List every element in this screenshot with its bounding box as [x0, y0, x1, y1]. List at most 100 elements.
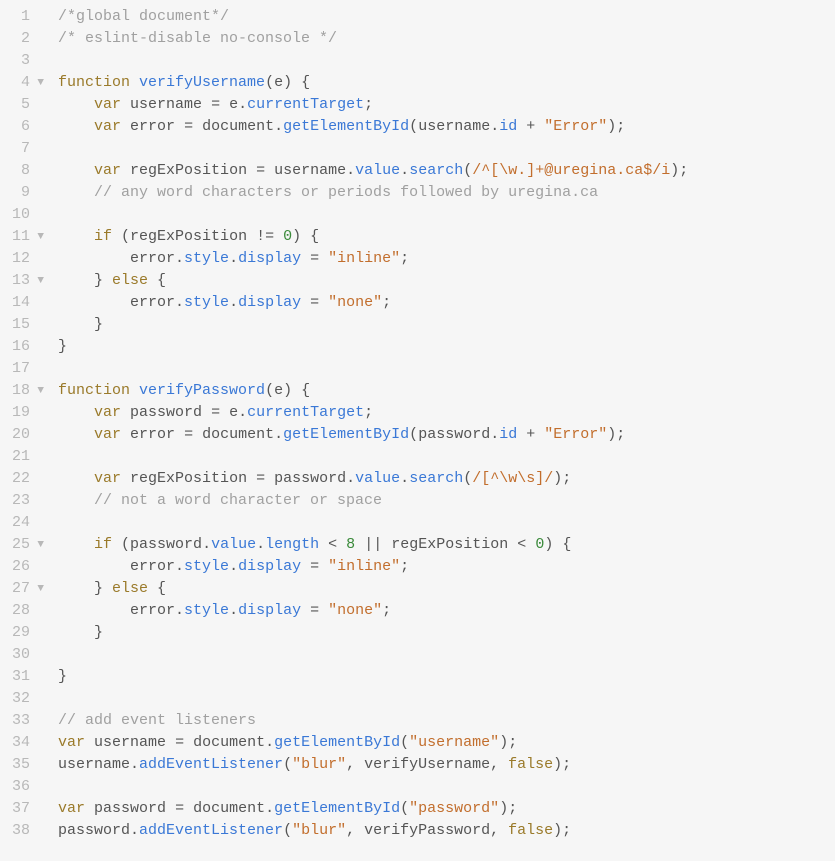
code-line[interactable]: var username = document.getElementById("… — [58, 732, 835, 754]
code-line[interactable]: function verifyUsername(e) { — [58, 72, 835, 94]
fold-toggle-icon[interactable]: ▼ — [34, 380, 44, 402]
code-line[interactable]: /*global document*/ — [58, 6, 835, 28]
line-number[interactable]: 20 — [0, 424, 50, 446]
code-line[interactable]: var username = e.currentTarget; — [58, 94, 835, 116]
code-line[interactable]: password.addEventListener("blur", verify… — [58, 820, 835, 842]
fold-toggle-icon[interactable]: ▼ — [34, 226, 44, 248]
code-line[interactable] — [58, 688, 835, 710]
code-line[interactable]: var error = document.getElementById(pass… — [58, 424, 835, 446]
line-number[interactable]: 37 — [0, 798, 50, 820]
code-line[interactable]: username.addEventListener("blur", verify… — [58, 754, 835, 776]
line-number[interactable]: 10 — [0, 204, 50, 226]
code-line[interactable]: // not a word character or space — [58, 490, 835, 512]
token-ident: password — [58, 822, 130, 839]
code-line[interactable]: var regExPosition = password.value.searc… — [58, 468, 835, 490]
token-ident: username — [274, 162, 346, 179]
line-number[interactable]: 13▼ — [0, 270, 50, 292]
token-punct — [193, 426, 202, 443]
fold-toggle-icon[interactable]: ▼ — [34, 578, 44, 600]
line-number[interactable]: 36 — [0, 776, 50, 798]
code-editor[interactable]: 1234▼567891011▼1213▼1415161718▼192021222… — [0, 0, 835, 861]
code-line[interactable]: if (password.value.length < 8 || regExPo… — [58, 534, 835, 556]
code-line[interactable]: error.style.display = "none"; — [58, 600, 835, 622]
token-punct: ( — [463, 162, 472, 179]
line-number[interactable]: 21 — [0, 446, 50, 468]
line-number[interactable]: 15 — [0, 314, 50, 336]
line-number[interactable]: 26 — [0, 556, 50, 578]
code-line[interactable]: error.style.display = "inline"; — [58, 248, 835, 270]
line-number[interactable]: 14 — [0, 292, 50, 314]
token-punct — [202, 404, 211, 421]
line-number[interactable]: 34 — [0, 732, 50, 754]
code-line[interactable]: var error = document.getElementById(user… — [58, 116, 835, 138]
code-line[interactable] — [58, 358, 835, 380]
line-number[interactable]: 8 — [0, 160, 50, 182]
code-line[interactable] — [58, 204, 835, 226]
code-line[interactable] — [58, 644, 835, 666]
line-number[interactable]: 29 — [0, 622, 50, 644]
line-number[interactable]: 3 — [0, 50, 50, 72]
code-line[interactable] — [58, 50, 835, 72]
token-punct: . — [130, 756, 139, 773]
code-line[interactable]: } — [58, 622, 835, 644]
line-number[interactable]: 35 — [0, 754, 50, 776]
line-number[interactable]: 27▼ — [0, 578, 50, 600]
line-number[interactable]: 33 — [0, 710, 50, 732]
code-line[interactable]: } else { — [58, 578, 835, 600]
code-line[interactable]: if (regExPosition != 0) { — [58, 226, 835, 248]
line-number[interactable]: 31 — [0, 666, 50, 688]
line-number[interactable]: 11▼ — [0, 226, 50, 248]
line-number[interactable]: 16 — [0, 336, 50, 358]
line-number[interactable]: 30 — [0, 644, 50, 666]
line-number[interactable]: 38 — [0, 820, 50, 842]
code-line[interactable]: } — [58, 336, 835, 358]
code-line[interactable]: var password = e.currentTarget; — [58, 402, 835, 424]
code-line[interactable] — [58, 512, 835, 534]
token-punct — [319, 558, 328, 575]
token-ident: regExPosition — [130, 470, 247, 487]
line-number[interactable]: 22 — [0, 468, 50, 490]
token-punct: ( — [463, 470, 472, 487]
line-number[interactable]: 18▼ — [0, 380, 50, 402]
code-area[interactable]: /*global document*//* eslint-disable no-… — [50, 0, 835, 861]
line-number[interactable]: 17 — [0, 358, 50, 380]
code-line[interactable] — [58, 776, 835, 798]
line-number-gutter[interactable]: 1234▼567891011▼1213▼1415161718▼192021222… — [0, 0, 50, 861]
line-number[interactable]: 32 — [0, 688, 50, 710]
code-line[interactable]: // any word characters or periods follow… — [58, 182, 835, 204]
line-number[interactable]: 1 — [0, 6, 50, 28]
fold-toggle-icon[interactable]: ▼ — [34, 534, 44, 556]
code-line[interactable]: var regExPosition = username.value.searc… — [58, 160, 835, 182]
token-punct — [58, 228, 94, 245]
code-line[interactable]: // add event listeners — [58, 710, 835, 732]
code-line[interactable]: function verifyPassword(e) { — [58, 380, 835, 402]
line-number-text: 30 — [12, 644, 30, 666]
line-number[interactable]: 9 — [0, 182, 50, 204]
line-number[interactable]: 28 — [0, 600, 50, 622]
line-number[interactable]: 5 — [0, 94, 50, 116]
line-number[interactable]: 24 — [0, 512, 50, 534]
code-line[interactable]: } — [58, 666, 835, 688]
fold-toggle-icon[interactable]: ▼ — [34, 270, 44, 292]
token-regex: /[^\w\s]/ — [472, 470, 553, 487]
line-number[interactable]: 25▼ — [0, 534, 50, 556]
line-number[interactable]: 4▼ — [0, 72, 50, 94]
code-line[interactable] — [58, 446, 835, 468]
code-line[interactable]: error.style.display = "none"; — [58, 292, 835, 314]
code-line[interactable]: var password = document.getElementById("… — [58, 798, 835, 820]
line-number[interactable]: 6 — [0, 116, 50, 138]
code-line[interactable]: error.style.display = "inline"; — [58, 556, 835, 578]
line-number[interactable]: 2 — [0, 28, 50, 50]
code-line[interactable] — [58, 138, 835, 160]
code-line[interactable]: } — [58, 314, 835, 336]
token-keyword: function — [58, 74, 130, 91]
line-number[interactable]: 23 — [0, 490, 50, 512]
line-number[interactable]: 7 — [0, 138, 50, 160]
code-line[interactable]: } else { — [58, 270, 835, 292]
line-number[interactable]: 19 — [0, 402, 50, 424]
token-prop: display — [238, 558, 301, 575]
line-number[interactable]: 12 — [0, 248, 50, 270]
code-line[interactable]: /* eslint-disable no-console */ — [58, 28, 835, 50]
fold-toggle-icon[interactable]: ▼ — [34, 72, 44, 94]
token-string: "none" — [328, 294, 382, 311]
